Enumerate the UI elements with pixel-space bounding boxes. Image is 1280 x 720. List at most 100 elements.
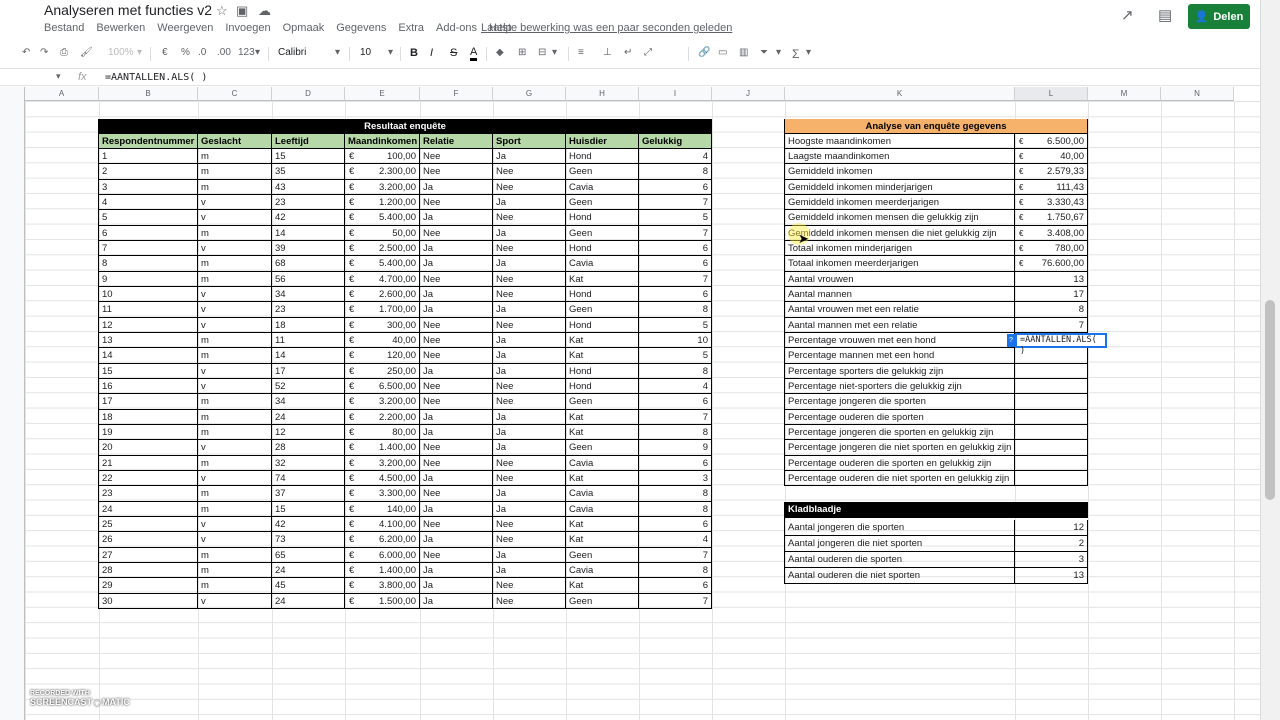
font-select[interactable]: Calibri — [278, 47, 306, 58]
analysis-label[interactable]: Aantal mannen — [785, 287, 1015, 303]
bold-button[interactable]: B — [410, 47, 418, 59]
table-cell[interactable]: v — [198, 241, 272, 257]
table-cell[interactable]: m — [198, 578, 272, 594]
table-cell[interactable]: m — [198, 256, 272, 272]
column-header[interactable]: H — [566, 87, 639, 101]
share-button[interactable]: 👤 Delen — [1188, 4, 1250, 29]
table-cell[interactable]: 19 — [99, 425, 198, 441]
comments-icon[interactable]: ▤ — [1158, 6, 1172, 24]
decrease-decimals-button[interactable]: .0 — [198, 47, 206, 58]
table-cell[interactable]: v — [198, 363, 272, 380]
analysis-value[interactable]: 2.579,33 — [1015, 164, 1088, 180]
table-cell[interactable]: 3.300,00 — [345, 486, 420, 502]
vertical-scrollbar[interactable] — [1260, 0, 1280, 720]
insert-chart-icon[interactable]: ▥ — [739, 47, 748, 58]
table-cell[interactable]: Cavia — [566, 256, 639, 272]
table-cell[interactable]: 73 — [272, 532, 345, 548]
table-cell[interactable]: v — [198, 593, 272, 610]
analysis-value[interactable] — [1015, 471, 1088, 487]
table-cell[interactable]: Cavia — [566, 486, 639, 502]
table-cell[interactable]: 4.700,00 — [345, 271, 420, 288]
table-cell[interactable]: Hond — [566, 210, 639, 226]
column-header[interactable]: D — [272, 87, 345, 101]
table-cell[interactable]: Nee — [420, 379, 493, 395]
table-cell[interactable]: m — [198, 455, 272, 472]
menu-item[interactable]: Invoegen — [225, 22, 270, 34]
table-cell[interactable]: Hond — [566, 149, 639, 165]
table-cell[interactable]: Ja — [493, 149, 566, 165]
table-cell[interactable]: 2.200,00 — [345, 409, 420, 426]
table-cell[interactable]: 30 — [99, 593, 198, 610]
table-cell[interactable]: 26 — [99, 532, 198, 548]
paint-format-icon[interactable]: 🖌 — [80, 47, 93, 58]
analysis-label[interactable]: Percentage niet-sporters die gelukkig zi… — [785, 379, 1015, 395]
analysis-label[interactable]: Percentage vrouwen met een hond — [785, 333, 1015, 349]
table-cell[interactable]: 13 — [99, 333, 198, 349]
table-cell[interactable]: 6.500,00 — [345, 379, 420, 395]
column-header[interactable]: K — [785, 87, 1015, 101]
table-cell[interactable]: 23 — [272, 302, 345, 318]
table-cell[interactable]: Nee — [420, 333, 493, 349]
table-cell[interactable]: 5 — [99, 210, 198, 226]
table-cell[interactable]: 3 — [99, 179, 198, 196]
table-cell[interactable]: Nee — [493, 532, 566, 548]
table-cell[interactable]: 8 — [639, 363, 712, 380]
table-cell[interactable]: Nee — [493, 271, 566, 288]
table-cell[interactable]: 1.200,00 — [345, 195, 420, 211]
percent-format-button[interactable]: % — [181, 47, 190, 58]
kladblaadje-value[interactable]: 2 — [1015, 536, 1088, 552]
table-cell[interactable]: 2.300,00 — [345, 164, 420, 180]
kladblaadje-label[interactable]: Aantal jongeren die niet sporten — [785, 536, 1015, 552]
table-cell[interactable]: 34 — [272, 394, 345, 410]
analysis-value[interactable] — [1015, 440, 1088, 456]
italic-button[interactable]: I — [430, 47, 433, 59]
table-cell[interactable]: Nee — [420, 455, 493, 472]
table-cell[interactable]: Hond — [566, 317, 639, 334]
table-cell[interactable]: 17 — [99, 394, 198, 410]
table-cell[interactable]: Nee — [420, 149, 493, 165]
table-cell[interactable]: 18 — [272, 317, 345, 334]
analysis-value[interactable]: 8 — [1015, 302, 1088, 318]
currency-format-button[interactable]: € — [162, 47, 168, 58]
table-cell[interactable]: Ja — [420, 409, 493, 426]
table-cell[interactable]: 35 — [272, 164, 345, 180]
more-formats-button[interactable]: 123 — [238, 47, 255, 58]
table-cell[interactable]: v — [198, 287, 272, 303]
analysis-value[interactable] — [1015, 409, 1088, 426]
table-cell[interactable]: 6 — [639, 455, 712, 472]
table-cell[interactable]: 39 — [272, 241, 345, 257]
table-cell[interactable]: Geen — [566, 440, 639, 456]
table-header[interactable]: Huisdier — [566, 133, 639, 150]
column-header[interactable]: G — [493, 87, 566, 101]
table-cell[interactable]: m — [198, 547, 272, 564]
table-cell[interactable]: Cavia — [566, 455, 639, 472]
table-cell[interactable]: 43 — [272, 179, 345, 196]
analysis-value[interactable]: 76.600,00 — [1015, 256, 1088, 272]
star-icon[interactable]: ☆ — [216, 3, 228, 19]
table-cell[interactable]: Geen — [566, 195, 639, 211]
table-cell[interactable]: 3.200,00 — [345, 455, 420, 472]
table-cell[interactable]: m — [198, 179, 272, 196]
table-cell[interactable]: 12 — [272, 425, 345, 441]
analysis-label[interactable]: Percentage ouderen die sporten en gelukk… — [785, 455, 1015, 472]
table-cell[interactable]: 42 — [272, 517, 345, 533]
table-cell[interactable]: m — [198, 164, 272, 180]
table-cell[interactable]: Kat — [566, 409, 639, 426]
table-cell[interactable]: 24 — [272, 563, 345, 579]
analysis-value[interactable]: 7 — [1015, 317, 1088, 334]
table-cell[interactable]: 100,00 — [345, 149, 420, 165]
table-cell[interactable]: 5.400,00 — [345, 256, 420, 272]
kladblaadje-value[interactable]: 13 — [1015, 568, 1088, 584]
column-header[interactable]: M — [1088, 87, 1161, 101]
table-cell[interactable]: Geen — [566, 164, 639, 180]
table-cell[interactable]: Ja — [420, 471, 493, 487]
table-cell[interactable]: Geen — [566, 225, 639, 242]
last-edit-link[interactable]: Laatste bewerking was een paar seconden … — [481, 22, 732, 34]
table-cell[interactable]: Geen — [566, 593, 639, 610]
table-cell[interactable]: Ja — [420, 210, 493, 226]
column-header[interactable]: C — [198, 87, 272, 101]
table-cell[interactable]: Ja — [420, 501, 493, 518]
table-cell[interactable]: 23 — [272, 195, 345, 211]
table-cell[interactable]: Hond — [566, 241, 639, 257]
table-cell[interactable]: 80,00 — [345, 425, 420, 441]
